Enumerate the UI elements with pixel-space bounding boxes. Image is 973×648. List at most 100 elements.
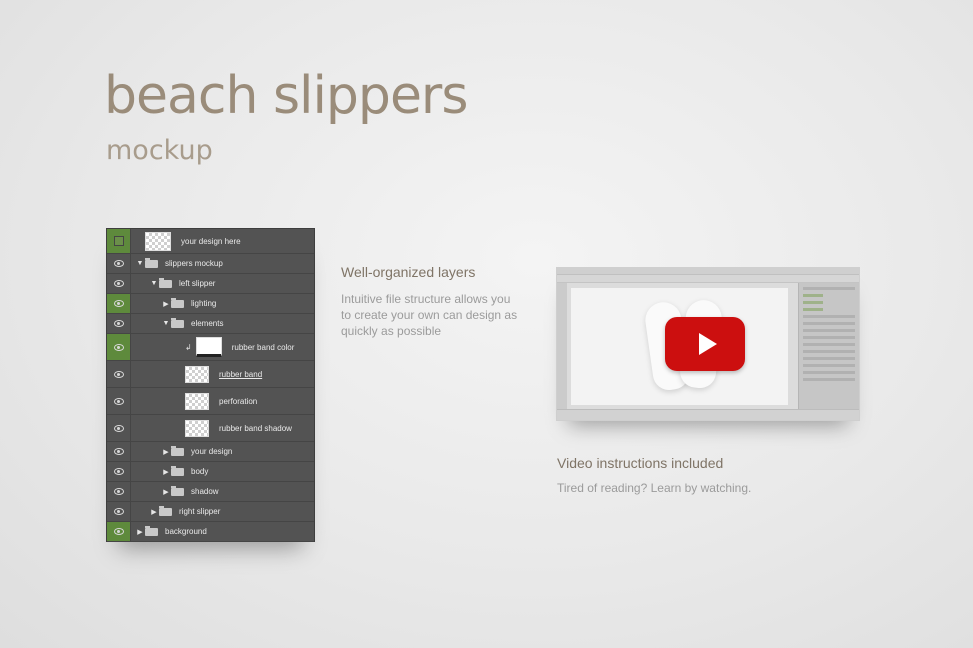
layer-visibility-toggle[interactable]	[107, 482, 131, 501]
layer-body: rubber band	[131, 361, 314, 387]
layer-row[interactable]: ▶ right slipper	[107, 502, 314, 522]
layer-visibility-toggle[interactable]	[107, 314, 131, 333]
expand-arrow-down-icon[interactable]: ▼	[161, 320, 171, 327]
layer-visibility-toggle[interactable]	[107, 334, 131, 360]
layer-name: rubber band	[219, 369, 263, 379]
layers-feature-title: Well-organized layers	[341, 264, 476, 280]
visibility-square-icon	[113, 236, 124, 246]
layer-name: your design here	[181, 236, 241, 246]
eye-icon	[113, 448, 124, 455]
play-triangle-icon	[698, 333, 717, 355]
video-thumbnail[interactable]	[556, 267, 860, 421]
layer-body: ▶ shadow	[131, 482, 314, 501]
layer-name: lighting	[191, 299, 217, 308]
folder-icon	[171, 485, 184, 496]
layer-name: body	[191, 467, 209, 476]
folder-open-icon	[159, 277, 172, 288]
layer-name: rubber band color	[231, 342, 295, 352]
layer-row[interactable]: perforation	[107, 388, 314, 415]
expand-arrow-down-icon[interactable]: ▼	[149, 280, 159, 287]
eye-icon	[113, 260, 124, 267]
eye-icon	[113, 488, 124, 495]
layer-name: rubber band shadow	[219, 423, 292, 433]
eye-icon	[113, 320, 124, 327]
eye-icon	[113, 370, 124, 378]
layer-row[interactable]: rubber band	[107, 361, 314, 388]
layer-row[interactable]: ▶ body	[107, 462, 314, 482]
layer-body: ↲ rubber band color	[131, 334, 314, 360]
expand-arrow-right-icon[interactable]: ▶	[161, 468, 171, 476]
folder-open-icon	[145, 257, 158, 268]
folder-open-icon	[171, 317, 184, 328]
layer-body: ▼ slippers mockup	[131, 254, 314, 273]
play-button[interactable]	[665, 317, 745, 371]
clipping-mask-icon: ↲	[185, 342, 192, 352]
layer-visibility-toggle[interactable]	[107, 361, 131, 387]
layer-body: ▼ elements	[131, 314, 314, 333]
video-feature-text: Tired of reading? Learn by watching.	[557, 481, 752, 495]
layer-row[interactable]: ▶ your design	[107, 442, 314, 462]
eye-icon	[113, 300, 124, 307]
layer-body: ▶ right slipper	[131, 502, 314, 521]
page-subtitle: mockup	[106, 135, 213, 166]
layer-body: ▶ background	[131, 522, 314, 541]
layer-body: perforation	[131, 388, 314, 414]
expand-arrow-right-icon[interactable]: ▶	[149, 508, 159, 516]
expand-arrow-right-icon[interactable]: ▶	[161, 300, 171, 308]
video-app-toolbar	[557, 275, 859, 283]
expand-arrow-right-icon[interactable]: ▶	[161, 488, 171, 496]
layer-body: your design here	[131, 229, 314, 253]
video-app-tools	[557, 283, 567, 410]
layer-row[interactable]: ▼ left slipper	[107, 274, 314, 294]
layer-visibility-toggle[interactable]	[107, 522, 131, 541]
video-app-statusbar	[557, 409, 859, 420]
layer-name: elements	[191, 319, 224, 328]
video-feature-title: Video instructions included	[557, 455, 724, 471]
layer-row[interactable]: rubber band shadow	[107, 415, 314, 442]
layer-visibility-toggle[interactable]	[107, 415, 131, 441]
layer-visibility-toggle[interactable]	[107, 388, 131, 414]
eye-icon	[113, 468, 124, 475]
eye-icon	[113, 508, 124, 515]
layers-feature-text: Intuitive file structure allows you to c…	[341, 292, 518, 338]
folder-icon	[145, 525, 158, 536]
layer-visibility-toggle[interactable]	[107, 462, 131, 481]
folder-icon	[171, 465, 184, 476]
eye-icon	[113, 397, 124, 405]
layer-row[interactable]: your design here	[107, 229, 314, 254]
layer-row[interactable]: ▼ elements	[107, 314, 314, 334]
folder-icon	[159, 505, 172, 516]
layer-visibility-toggle[interactable]	[107, 254, 131, 273]
layer-row[interactable]: ▶ lighting	[107, 294, 314, 314]
layer-row[interactable]: ▶ shadow	[107, 482, 314, 502]
layer-body: ▶ body	[131, 462, 314, 481]
eye-icon	[113, 424, 124, 432]
layer-body: ▶ lighting	[131, 294, 314, 313]
eye-icon	[113, 280, 124, 287]
layer-row[interactable]: ▼ slippers mockup	[107, 254, 314, 274]
layer-visibility-toggle[interactable]	[107, 442, 131, 461]
layer-thumbnail	[185, 365, 209, 383]
layer-visibility-toggle[interactable]	[107, 229, 131, 253]
layer-row[interactable]: ▶ background	[107, 522, 314, 542]
layer-visibility-toggle[interactable]	[107, 502, 131, 521]
eye-icon	[113, 343, 124, 351]
layer-row[interactable]: ↲ rubber band color	[107, 334, 314, 361]
layer-thumbnail	[185, 419, 209, 437]
layer-body: ▶ your design	[131, 442, 314, 461]
layer-name: slippers mockup	[165, 259, 223, 268]
video-app-panels	[798, 283, 859, 410]
expand-arrow-down-icon[interactable]: ▼	[135, 260, 145, 267]
layer-name: your design	[191, 447, 233, 456]
layer-visibility-toggle[interactable]	[107, 274, 131, 293]
eye-icon	[113, 528, 124, 535]
layer-name: left slipper	[179, 279, 216, 288]
page-title: beach slippers	[104, 66, 468, 126]
layer-name: perforation	[219, 396, 258, 406]
layer-name: background	[165, 527, 207, 536]
layer-visibility-toggle[interactable]	[107, 294, 131, 313]
layer-name: right slipper	[179, 507, 221, 516]
expand-arrow-right-icon[interactable]: ▶	[161, 448, 171, 456]
folder-icon	[171, 445, 184, 456]
expand-arrow-right-icon[interactable]: ▶	[135, 528, 145, 536]
